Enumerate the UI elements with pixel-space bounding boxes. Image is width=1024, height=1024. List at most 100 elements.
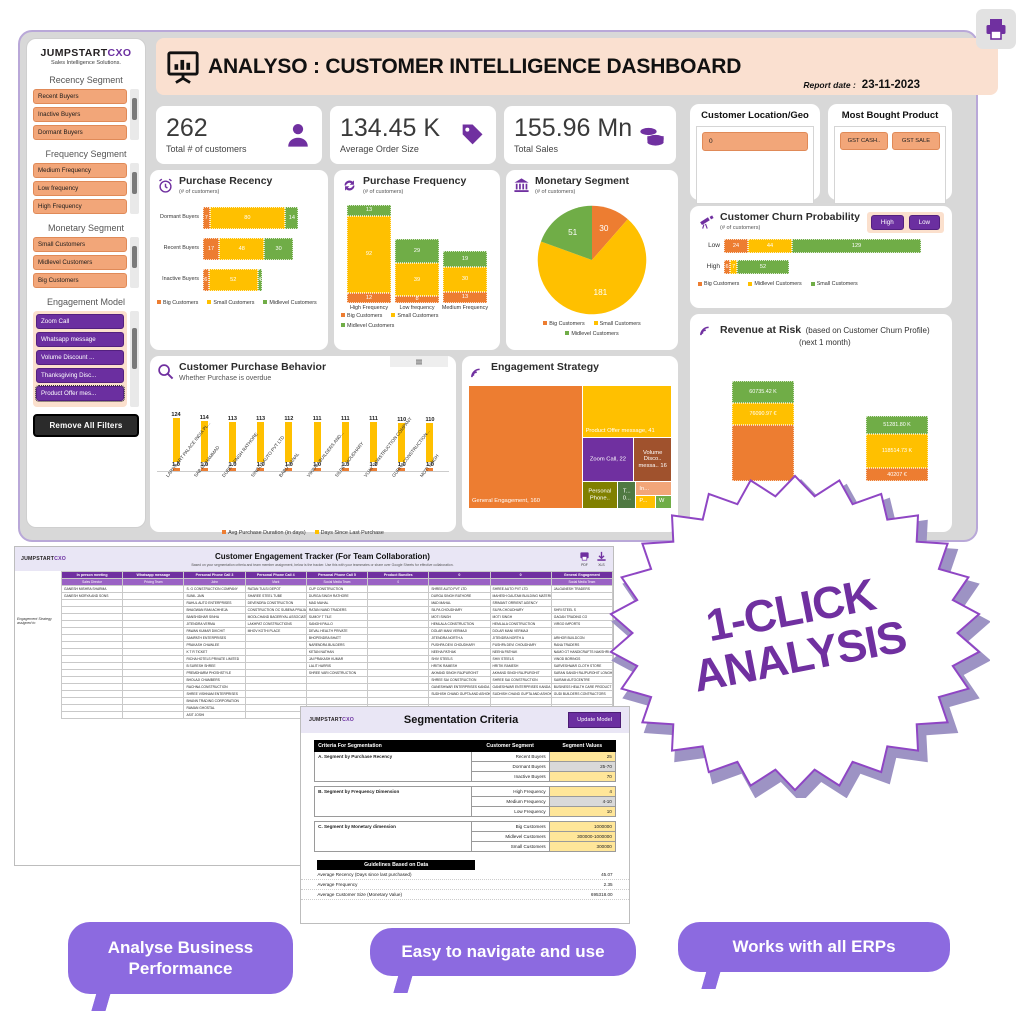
- table-cell[interactable]: SHREE SAI CONSTRUCTION: [489, 676, 552, 684]
- table-cell[interactable]: BANSHIDHAR SINHA: [183, 613, 246, 621]
- churn-low-button[interactable]: Low: [908, 215, 940, 230]
- table-cell[interactable]: GANESH MORYA AND SONS: [60, 592, 124, 600]
- table-cell[interactable]: [367, 620, 430, 628]
- table-cell[interactable]: [122, 599, 185, 607]
- table-cell[interactable]: CONSTRUCTION OC SUBENA PRAJAPAT: [244, 606, 307, 614]
- table-cell[interactable]: MHOV KOTHI PLACE: [244, 627, 307, 635]
- table-cell[interactable]: [122, 606, 185, 614]
- filter-scrollbar[interactable]: [130, 163, 139, 214]
- table-cell[interactable]: SANGHI PALLO: [305, 620, 369, 628]
- table-cell[interactable]: DOLAR MANI VERMAJI: [489, 627, 552, 635]
- table-cell[interactable]: CUP CONSTRUCTION: [305, 585, 369, 593]
- table-cell[interactable]: [122, 690, 185, 698]
- table-cell[interactable]: [60, 711, 124, 719]
- table-cell[interactable]: MAD MAHAL: [428, 599, 491, 607]
- table-row[interactable]: K T R TICKET KETAN NATHAN NEEHA PATHAK NEEH…: [60, 648, 613, 656]
- table-cell[interactable]: RACHNA CONSTRUCTION: [183, 683, 246, 691]
- segment-value-cell[interactable]: 4-10: [548, 796, 616, 807]
- product-chip[interactable]: GST CASH..: [840, 132, 888, 150]
- table-cell[interactable]: [60, 669, 124, 677]
- table-cell[interactable]: [122, 585, 185, 593]
- table-cell[interactable]: MAHESH GAUTAM BUILDING MATERIAL: [489, 592, 552, 600]
- filter-chip[interactable]: Whatsapp message: [36, 332, 124, 347]
- table-cell[interactable]: PUSHPA DEVI CHOUDHARY: [428, 641, 491, 649]
- table-cell[interactable]: [367, 683, 430, 691]
- table-row[interactable]: BHAGWAN RAM ACHHEJA CONSTRUCTION OC SUBEN…: [60, 606, 613, 614]
- filter-chip[interactable]: Inactive Buyers: [33, 107, 127, 122]
- table-cell[interactable]: [428, 697, 491, 705]
- table-row[interactable]: JITENDRA VERMA LAKHPAT CONSTRUCTIONS SANGH…: [60, 620, 613, 628]
- filter-scrollbar[interactable]: [130, 237, 139, 288]
- table-cell[interactable]: [367, 662, 430, 670]
- table-cell[interactable]: [367, 613, 430, 621]
- table-cell[interactable]: [244, 697, 307, 705]
- table-cell[interactable]: SUDHISH CHAND GUPTA AND ASHOK K: [489, 690, 552, 698]
- filter-chip[interactable]: Thanksgiving Disc...: [36, 368, 124, 383]
- table-row[interactable]: BANSHIDHAR SINHA MOOLCHAND BAGERIYAL ASSO…: [60, 613, 613, 621]
- product-chip[interactable]: GST SALE: [892, 132, 940, 150]
- table-cell[interactable]: [122, 620, 185, 628]
- table-cell[interactable]: RICHA HOTELS PRIVATE LIMITED: [183, 655, 246, 663]
- table-cell[interactable]: DOLAR MANI VERMAJI: [428, 627, 491, 635]
- table-cell[interactable]: [122, 697, 185, 705]
- table-cell[interactable]: SAMPATH ENTERPRISES: [183, 634, 246, 642]
- table-cell[interactable]: BHAGWAN RAM ACHHEJA: [183, 606, 246, 614]
- table-cell[interactable]: [122, 711, 185, 719]
- table-cell[interactable]: AKHAND SINGH RAJPUROHIT: [489, 669, 552, 677]
- treemap-cell[interactable]: Product Offer message, 41: [582, 386, 671, 438]
- table-cell[interactable]: [60, 662, 124, 670]
- scroll-thumb[interactable]: [132, 98, 137, 120]
- table-cell[interactable]: [367, 669, 430, 677]
- table-cell[interactable]: [305, 683, 369, 691]
- table-row[interactable]: SAMPATH ENTERPRISES BHOPENDRA BHATT JITEND…: [60, 634, 613, 642]
- table-cell[interactable]: GANESH MISHRA SHARMA: [60, 585, 124, 593]
- table-cell[interactable]: KETAN NATHAN: [305, 648, 369, 656]
- table-cell[interactable]: SHAREE STEEL TUBE: [244, 592, 307, 600]
- table-cell[interactable]: [305, 676, 369, 684]
- churn-high-button[interactable]: High: [870, 215, 904, 230]
- table-cell[interactable]: DEVENDRA CONSTRUCTION: [244, 599, 307, 607]
- table-cell[interactable]: [367, 634, 430, 642]
- table-cell[interactable]: BHOPENDRA BHATT: [305, 634, 369, 642]
- table-cell[interactable]: [367, 585, 430, 593]
- filter-chip[interactable]: Medium Frequency: [33, 163, 127, 178]
- table-cell[interactable]: DURGA SINGH RATHORE: [305, 592, 369, 600]
- table-cell[interactable]: SHREE AUTO PVT LTD: [489, 585, 552, 593]
- table-cell[interactable]: [244, 683, 307, 691]
- table-cell[interactable]: [244, 711, 307, 719]
- filter-chip[interactable]: Dormant Buyers: [33, 125, 127, 140]
- table-row[interactable]: SHREE VISHNAM ENTERPRISES SUDHISH CHAND G…: [60, 690, 613, 698]
- table-cell[interactable]: [244, 634, 307, 642]
- remove-all-filters-button[interactable]: Remove All Filters: [33, 414, 139, 437]
- table-cell[interactable]: SHREE VARI CONSTRUCTION: [305, 669, 369, 677]
- table-cell[interactable]: [305, 697, 369, 705]
- table-cell[interactable]: RATAN TULSI DEPOT: [244, 585, 307, 593]
- table-cell[interactable]: SUDHISH CHAND GUPTA AND ASHOK K: [428, 690, 491, 698]
- table-cell[interactable]: DEVAL HEALTH PRIVATE: [305, 627, 369, 635]
- filter-chip[interactable]: Volume Discount ...: [36, 350, 124, 365]
- table-cell[interactable]: [60, 690, 124, 698]
- table-cell[interactable]: [60, 613, 124, 621]
- table-cell[interactable]: HEMLALA CONSTRUCTION: [428, 620, 491, 628]
- table-cell[interactable]: [367, 627, 430, 635]
- table-row[interactable]: PRAKASH CHAWLEE NARENDRA BUILDERS PUSHPA D…: [60, 641, 613, 649]
- table-cell[interactable]: [60, 627, 124, 635]
- table-cell[interactable]: DURGA SINGH RATHORE: [428, 592, 491, 600]
- table-cell[interactable]: [367, 648, 430, 656]
- table-cell[interactable]: ASIT JOSHI: [183, 711, 246, 719]
- table-row[interactable]: B SURESH SHREE LALIT HARRIS HRITIK RAMESH H…: [60, 662, 613, 670]
- scroll-thumb[interactable]: [132, 172, 137, 194]
- table-cell[interactable]: [367, 599, 430, 607]
- table-cell[interactable]: NARENDRA BUILDERS: [305, 641, 369, 649]
- table-cell[interactable]: HEMLALA CONSTRUCTION: [489, 620, 552, 628]
- table-cell[interactable]: PUSHPA DEVI CHOUDHARY: [489, 641, 552, 649]
- chart-menu-button[interactable]: [390, 356, 448, 367]
- segment-value-cell[interactable]: 300000-1000000: [548, 831, 616, 842]
- table-cell[interactable]: [489, 697, 552, 705]
- table-cell[interactable]: [244, 641, 307, 649]
- table-cell[interactable]: PAWAN KUMAR DIKCHIT: [183, 627, 246, 635]
- table-cell[interactable]: RAMAN GHOSTAL: [183, 704, 246, 712]
- table-cell[interactable]: [122, 627, 185, 635]
- treemap-cell[interactable]: General Engagement, 160: [469, 386, 582, 508]
- table-cell[interactable]: HRITIK RAMESH: [428, 662, 491, 670]
